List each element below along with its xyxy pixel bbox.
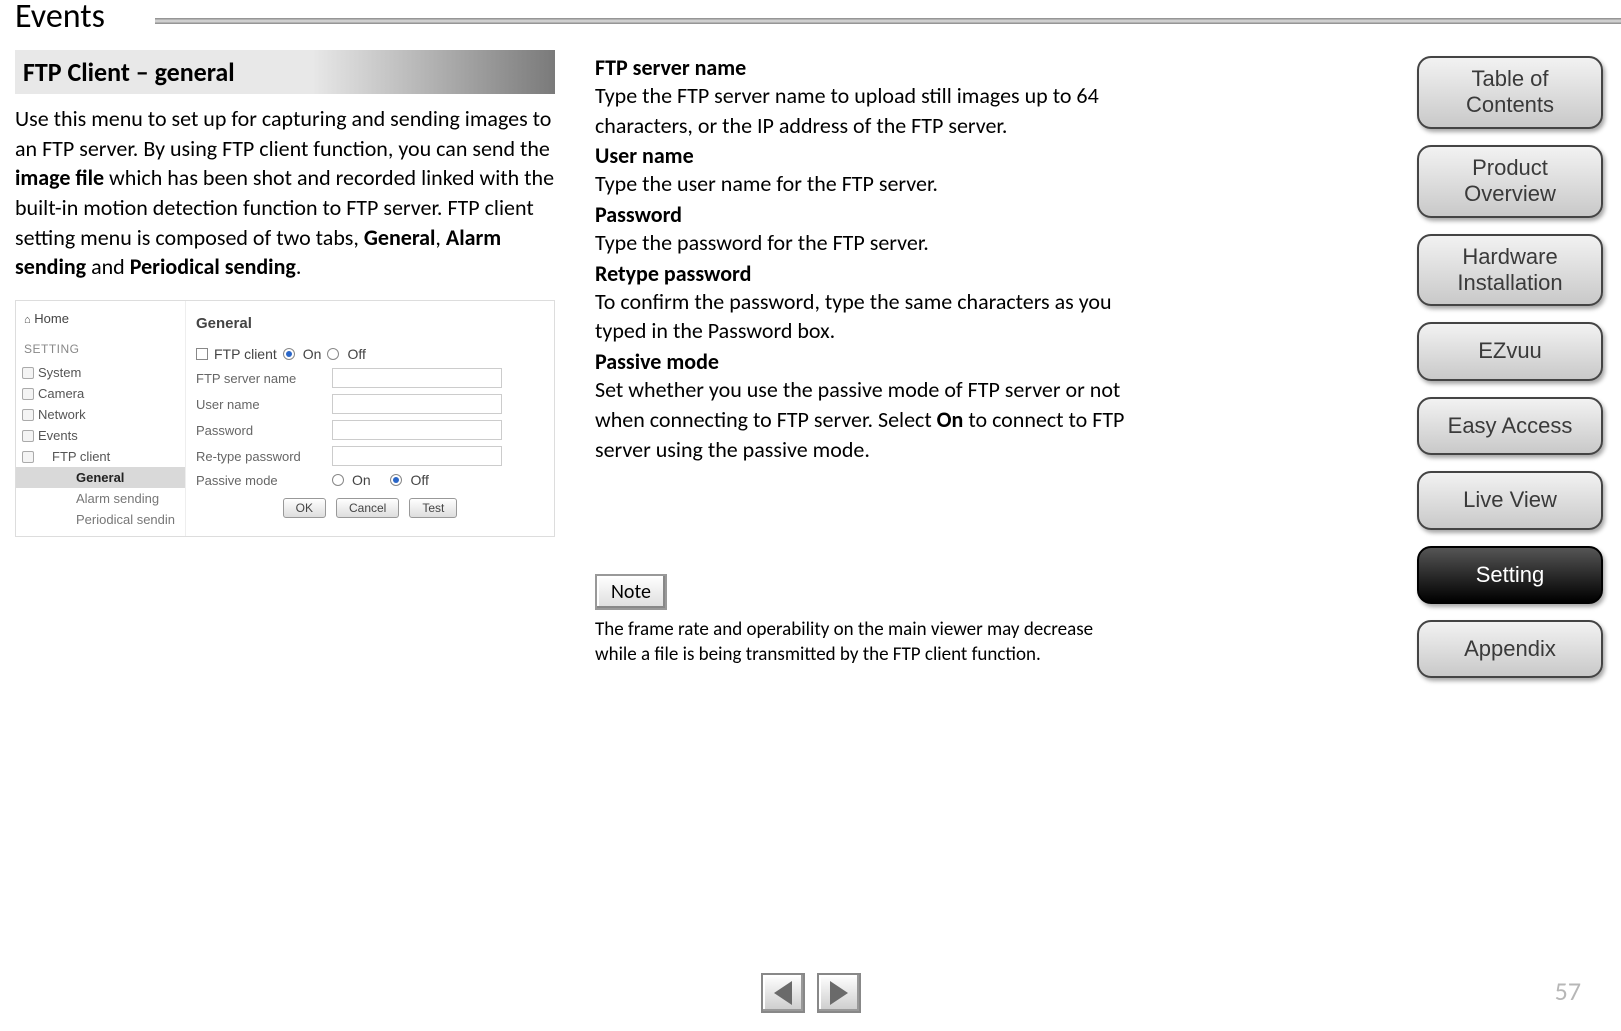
screenshot-sidebar: ⌂ Home SETTING System Camera Network Eve… <box>16 301 186 536</box>
side-nav-table-of-contents[interactable]: Table ofContents <box>1417 56 1603 129</box>
settings-screenshot: ⌂ Home SETTING System Camera Network Eve… <box>15 300 555 537</box>
screenshot-cancel-button: Cancel <box>336 498 399 518</box>
screenshot-row-passive: Passive mode <box>196 473 326 488</box>
side-nav-easy-access[interactable]: Easy Access <box>1417 397 1603 455</box>
screenshot-row-servername: FTP server name <box>196 371 326 386</box>
side-nav-setting[interactable]: Setting <box>1417 546 1603 604</box>
content-area: FTP Client – general Use this menu to se… <box>15 50 1125 668</box>
intro-paragraph: Use this menu to set up for capturing an… <box>15 104 555 282</box>
screenshot-tree-alarm: Alarm sending <box>16 488 185 509</box>
screenshot-tree-system: System <box>16 362 185 383</box>
intro-bold-imagefile: image file <box>15 164 104 191</box>
side-nav-appendix[interactable]: Appendix <box>1417 620 1603 678</box>
screenshot-setting-header: SETTING <box>16 330 185 362</box>
screenshot-row-password: Password <box>196 423 326 438</box>
screenshot-off-label: Off <box>410 472 428 488</box>
intro-text: and <box>86 253 130 280</box>
screenshot-on-label: On <box>303 346 322 362</box>
intro-bold-general: General <box>364 224 436 251</box>
side-nav-product-overview[interactable]: ProductOverview <box>1417 145 1603 218</box>
side-nav: Table ofContents ProductOverview HardwareI… <box>1417 56 1603 678</box>
page-number: 57 <box>1555 975 1581 1007</box>
next-page-button[interactable] <box>817 973 861 1013</box>
def-desc-retype: To confirm the password, type the same c… <box>595 287 1125 346</box>
page-title-bar: Events <box>15 0 1621 34</box>
screenshot-tree-events: Events <box>16 425 185 446</box>
intro-text: , <box>435 224 445 251</box>
section-heading-bar: FTP Client – general <box>15 50 555 94</box>
title-divider <box>155 18 1621 24</box>
def-term-servername: FTP server name <box>595 54 1125 81</box>
side-nav-hardware-installation[interactable]: HardwareInstallation <box>1417 234 1603 307</box>
screenshot-off-label: Off <box>347 346 365 362</box>
screenshot-input <box>332 446 502 466</box>
screenshot-row-username: User name <box>196 397 326 412</box>
screenshot-ftpclient-row: FTP client On Off <box>196 346 544 362</box>
intro-text: . <box>296 253 302 280</box>
def-term-password: Password <box>595 201 1125 228</box>
screenshot-main-heading: General <box>196 315 544 332</box>
def-desc-username: Type the user name for the FTP server. <box>595 169 1125 199</box>
screenshot-on-label: On <box>352 472 371 488</box>
screenshot-tree-network: Network <box>16 404 185 425</box>
radio-on-icon <box>283 348 295 360</box>
note-box: Note <box>595 574 667 610</box>
screenshot-input <box>332 368 502 388</box>
def-desc-servername: Type the FTP server name to upload still… <box>595 81 1125 140</box>
intro-text: Use this menu to set up for capturing an… <box>15 105 551 162</box>
radio-off-icon <box>390 474 402 486</box>
screenshot-ftpclient-label: FTP client <box>214 346 277 362</box>
intro-bold-periodical: Periodical sending <box>130 253 296 280</box>
screenshot-home-link: ⌂ Home <box>16 307 185 330</box>
screenshot-ok-button: OK <box>283 498 326 518</box>
def-desc-passive: Set whether you use the passive mode of … <box>595 375 1125 464</box>
screenshot-input <box>332 394 502 414</box>
def-term-username: User name <box>595 142 1125 169</box>
prev-page-button[interactable] <box>761 973 805 1013</box>
radio-off-icon <box>327 348 339 360</box>
page-title: Events <box>15 0 117 34</box>
screenshot-tree-camera: Camera <box>16 383 185 404</box>
screenshot-tree-ftpclient: FTP client <box>16 446 185 467</box>
section-heading: FTP Client – general <box>23 56 547 88</box>
def-desc-password: Type the password for the FTP server. <box>595 228 1125 258</box>
nav-arrows <box>761 973 861 1013</box>
left-column: FTP Client – general Use this menu to se… <box>15 50 555 668</box>
screenshot-button-row: OK Cancel Test <box>196 498 544 518</box>
screenshot-tree-periodical: Periodical sendin <box>16 509 185 530</box>
def-term-passive: Passive mode <box>595 348 1125 375</box>
passive-bold-on: On <box>937 406 964 433</box>
note-text: The frame rate and operability on the ma… <box>595 618 1125 667</box>
screenshot-test-button: Test <box>409 498 457 518</box>
side-nav-live-view[interactable]: Live View <box>1417 471 1603 529</box>
radio-on-icon <box>332 474 344 486</box>
screenshot-row-retype: Re-type password <box>196 449 326 464</box>
def-term-retype: Retype password <box>595 260 1125 287</box>
right-column: FTP server name Type the FTP server name… <box>595 50 1125 668</box>
screenshot-tree-general: General <box>16 467 185 488</box>
screenshot-main: General FTP client On Off FTP server nam… <box>186 301 554 536</box>
side-nav-ezvuu[interactable]: EZvuu <box>1417 322 1603 380</box>
screenshot-input <box>332 420 502 440</box>
checkbox-icon <box>196 348 208 360</box>
